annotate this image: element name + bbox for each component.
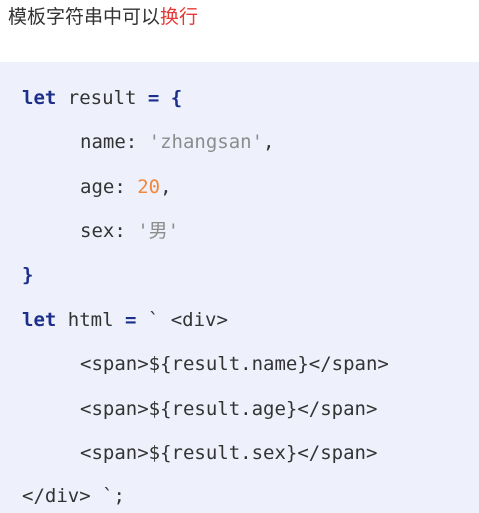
keyword-let: let — [22, 309, 57, 331]
punctuation: , — [160, 176, 172, 198]
string-value: 'zhangsan' — [148, 131, 264, 153]
property-key: age: — [80, 176, 138, 198]
page-heading: 模板字符串中可以换行 — [8, 3, 198, 31]
identifier: html — [56, 309, 125, 331]
property-key: name: — [80, 131, 149, 153]
code-line-4: sex: '男' — [80, 217, 179, 245]
code-line-3: age: 20, — [80, 173, 172, 201]
number-value: 20 — [137, 176, 161, 198]
code-line-7: <span>${result.name}</span> — [80, 353, 389, 375]
heading-text: 模板字符串中可以 — [8, 6, 161, 28]
code-line-5: } — [22, 264, 34, 286]
code-line-6: let html = ` <div> — [22, 306, 228, 334]
operator: = — [124, 309, 137, 331]
code-line-2: name: 'zhangsan', — [80, 128, 274, 156]
property-key: sex: — [80, 220, 138, 242]
template-start: ` <div> — [136, 309, 228, 331]
brace: { — [159, 87, 183, 109]
identifier: result — [56, 87, 148, 109]
code-line-8: <span>${result.age}</span> — [80, 398, 378, 420]
code-line-10: </div> `; — [22, 485, 125, 507]
string-value: '男' — [137, 220, 180, 242]
code-block: let result = { name: 'zhangsan', age: 20… — [0, 62, 479, 513]
keyword-let: let — [22, 87, 57, 109]
heading-highlight: 换行 — [160, 6, 199, 28]
punctuation: , — [263, 131, 275, 153]
page: 模板字符串中可以换行 let result = { name: 'zhangsa… — [0, 0, 479, 513]
code-line-1: let result = { — [22, 84, 182, 112]
operator: = — [147, 87, 160, 109]
code-line-9: <span>${result.sex}</span> — [80, 442, 378, 464]
